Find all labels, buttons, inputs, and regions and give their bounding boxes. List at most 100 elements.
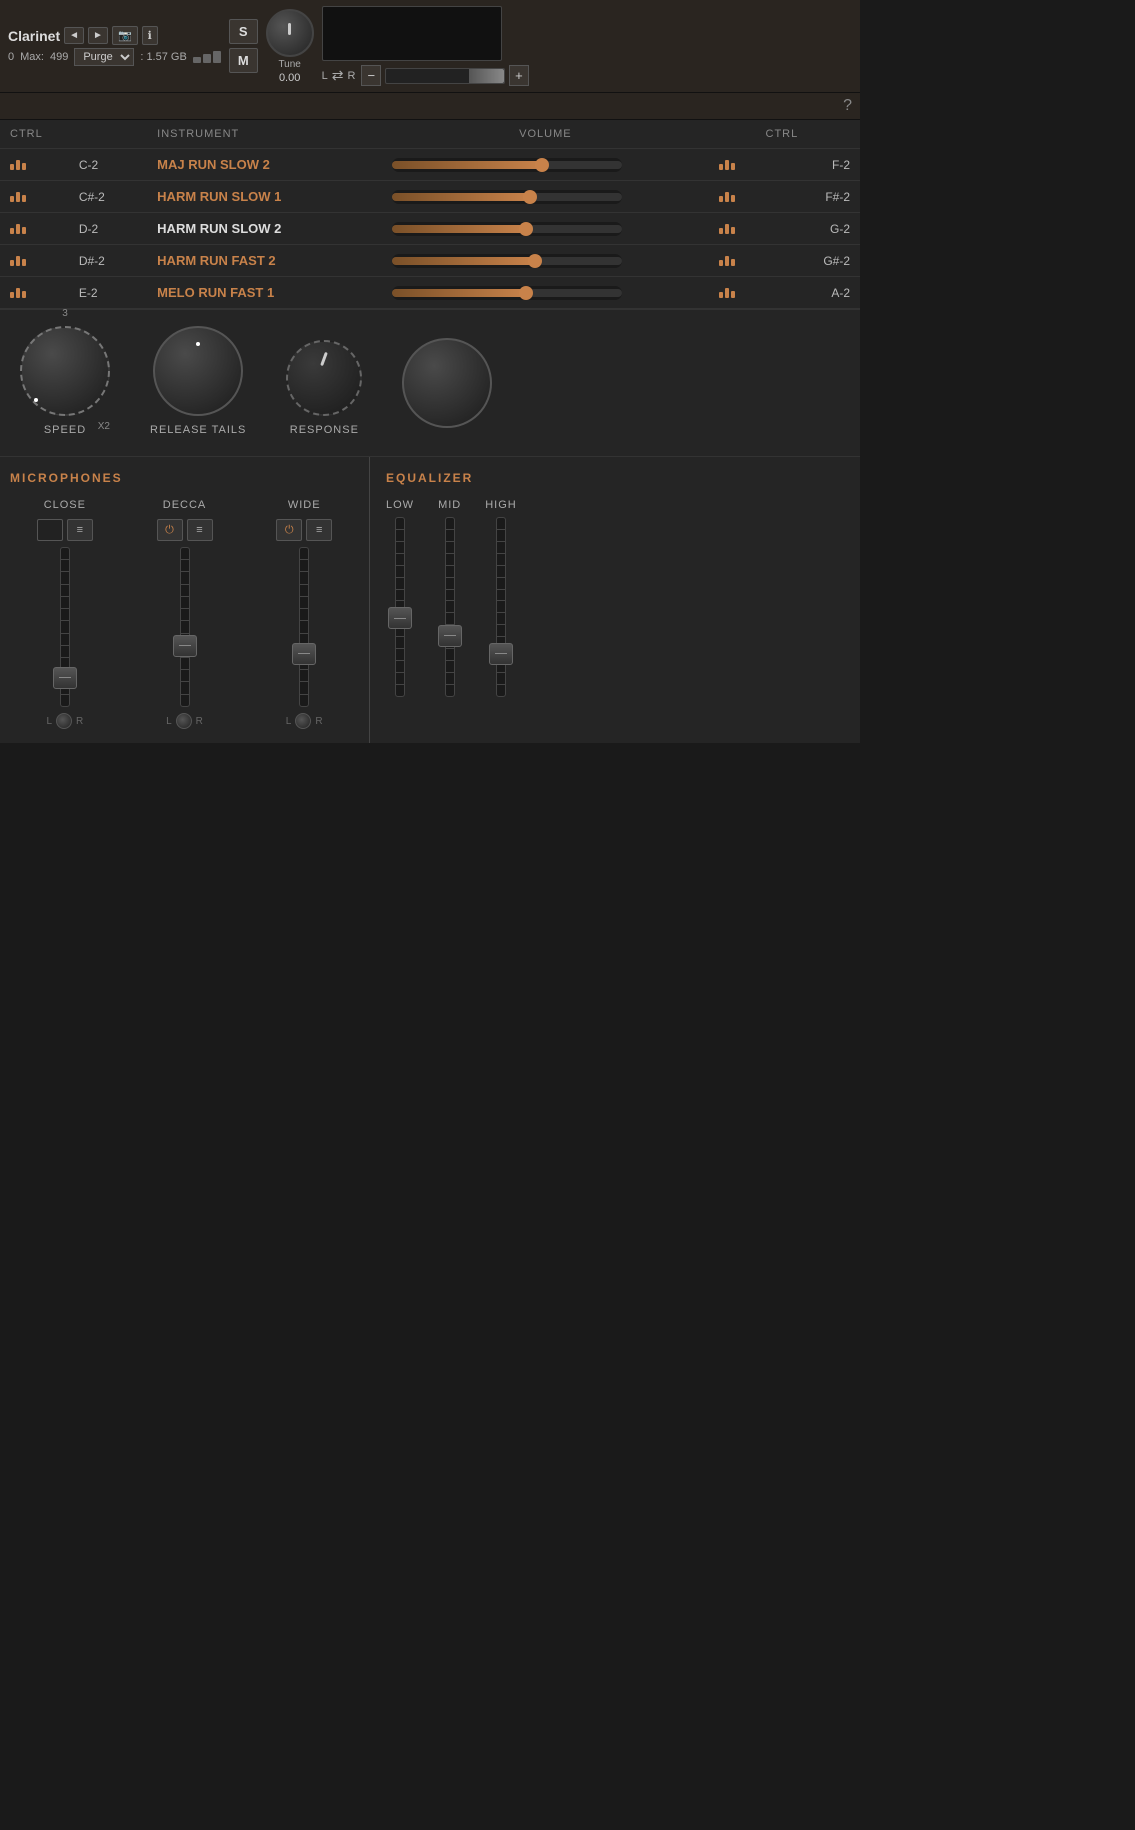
table-row[interactable]: E-2MELO RUN FAST 1 A-2 bbox=[0, 277, 860, 309]
tick-line bbox=[61, 620, 69, 621]
lr-vol-row: L ⇄ R − + bbox=[322, 65, 529, 86]
mic-controls-row: ⏻ ≡ bbox=[276, 519, 332, 541]
instrument-name[interactable]: HARM RUN SLOW 2 bbox=[147, 213, 382, 245]
vol-slider-wrap[interactable] bbox=[392, 254, 622, 268]
eq-fader-track[interactable] bbox=[445, 517, 455, 697]
vol-slider-track bbox=[392, 161, 622, 169]
tick-line bbox=[300, 669, 308, 670]
eq-tick-line bbox=[497, 624, 505, 625]
volume-slider-cell[interactable] bbox=[382, 213, 708, 245]
mute-button[interactable]: M bbox=[229, 48, 258, 73]
eq-fader-thumb[interactable] bbox=[438, 625, 462, 647]
eq-tick-line bbox=[396, 648, 404, 649]
mic-fader-thumb[interactable] bbox=[173, 635, 197, 657]
bottom-section: MICROPHONES CLOSE ≡ L R DECCA ⏻ ≡ bbox=[0, 456, 860, 743]
tune-knob[interactable] bbox=[266, 9, 314, 57]
vol-minus-button[interactable]: − bbox=[361, 65, 381, 86]
vol-thumb[interactable] bbox=[519, 286, 533, 300]
top-bar: Clarinet ◄ ► 📷 ℹ 0 Max: 499 Purge : 1.57… bbox=[0, 0, 860, 93]
mic-fader-track[interactable] bbox=[60, 547, 70, 707]
eq-fader-thumb[interactable] bbox=[388, 607, 412, 629]
volume-slider-cell[interactable] bbox=[382, 245, 708, 277]
vol-thumb[interactable] bbox=[523, 190, 537, 204]
table-row[interactable]: C-2MAJ RUN SLOW 2 F-2 bbox=[0, 149, 860, 181]
eq-fader-track[interactable] bbox=[496, 517, 506, 697]
vol-slider-wrap[interactable] bbox=[392, 286, 622, 300]
mic-fader-track[interactable] bbox=[180, 547, 190, 707]
mic-empty-btn[interactable] bbox=[37, 519, 63, 541]
vol-slider-wrap[interactable] bbox=[392, 222, 622, 236]
eq-col-label: LOW bbox=[386, 499, 414, 511]
stat-zero: 0 bbox=[8, 51, 14, 63]
info-button[interactable]: ℹ bbox=[142, 26, 158, 45]
eq-fader-ticks bbox=[497, 518, 505, 696]
vol-thumb[interactable] bbox=[519, 222, 533, 236]
tick-line bbox=[300, 571, 308, 572]
tick-line bbox=[61, 559, 69, 560]
solo-button[interactable]: S bbox=[229, 19, 258, 44]
vol-thumb[interactable] bbox=[528, 254, 542, 268]
note-left: C-2 bbox=[69, 149, 147, 181]
mic-power-btn[interactable]: ⏻ bbox=[276, 519, 302, 541]
instrument-name[interactable]: MAJ RUN SLOW 2 bbox=[147, 149, 382, 181]
sm-buttons: S M bbox=[229, 19, 258, 73]
stat-max: 499 bbox=[50, 51, 68, 63]
mic-power-btn[interactable]: ⏻ bbox=[157, 519, 183, 541]
eq-fader-thumb[interactable] bbox=[489, 643, 513, 665]
knob4[interactable] bbox=[402, 338, 492, 428]
volume-slider-cell[interactable] bbox=[382, 277, 708, 309]
instrument-name[interactable]: HARM RUN FAST 2 bbox=[147, 245, 382, 277]
mic-fader-thumb[interactable] bbox=[292, 643, 316, 665]
instrument-name[interactable]: MELO RUN FAST 1 bbox=[147, 277, 382, 309]
mic-list-btn[interactable]: ≡ bbox=[67, 519, 93, 541]
mic-fader-track[interactable] bbox=[299, 547, 309, 707]
pan-row: L R bbox=[286, 713, 323, 729]
vol-plus-button[interactable]: + bbox=[509, 65, 529, 86]
mic-list-btn[interactable]: ≡ bbox=[187, 519, 213, 541]
speed-knob[interactable] bbox=[20, 326, 110, 416]
header-ctrl1b bbox=[69, 120, 147, 149]
purge-select[interactable]: Purge bbox=[74, 48, 134, 66]
lr-mid-icon: ⇄ bbox=[332, 67, 344, 84]
release-tails-knob[interactable] bbox=[153, 326, 243, 416]
tick-line bbox=[300, 681, 308, 682]
volume-slider-cell[interactable] bbox=[382, 181, 708, 213]
bars-icon-left bbox=[0, 277, 69, 309]
vol-slider-fill bbox=[469, 69, 504, 83]
eq-tick-line bbox=[497, 672, 505, 673]
pan-knob[interactable] bbox=[176, 713, 192, 729]
knob4-group bbox=[402, 338, 492, 436]
instrument-name[interactable]: HARM RUN SLOW 1 bbox=[147, 181, 382, 213]
vol-slider[interactable] bbox=[385, 68, 505, 84]
mic-list-btn[interactable]: ≡ bbox=[306, 519, 332, 541]
table-row[interactable]: D#-2HARM RUN FAST 2 G#-2 bbox=[0, 245, 860, 277]
tick-line bbox=[181, 559, 189, 560]
volume-slider-cell[interactable] bbox=[382, 149, 708, 181]
vol-slider-track bbox=[392, 225, 622, 233]
response-label: RESPONSE bbox=[290, 424, 359, 436]
note-left: D-2 bbox=[69, 213, 147, 245]
mic-col-label: CLOSE bbox=[44, 499, 86, 511]
pan-r-label: R bbox=[315, 716, 322, 727]
tick-line bbox=[300, 620, 308, 621]
table-row[interactable]: C#-2HARM RUN SLOW 1 F#-2 bbox=[0, 181, 860, 213]
camera-button[interactable]: 📷 bbox=[112, 26, 138, 45]
help-icon[interactable]: ? bbox=[843, 97, 852, 114]
pan-knob[interactable] bbox=[295, 713, 311, 729]
bars-icon-right bbox=[709, 245, 756, 277]
vol-slider-wrap[interactable] bbox=[392, 158, 622, 172]
eq-tick-line bbox=[497, 612, 505, 613]
eq-tick-line bbox=[396, 672, 404, 673]
pan-knob[interactable] bbox=[56, 713, 72, 729]
mic-fader-thumb[interactable] bbox=[53, 667, 77, 689]
release-knob-indicator bbox=[196, 342, 200, 346]
vol-thumb[interactable] bbox=[535, 158, 549, 172]
nav-next-button[interactable]: ► bbox=[88, 27, 108, 44]
table-row[interactable]: D-2HARM RUN SLOW 2 G-2 bbox=[0, 213, 860, 245]
eq-fader-container bbox=[395, 517, 405, 697]
stats-row: 0 Max: 499 Purge : 1.57 GB bbox=[8, 48, 221, 66]
response-knob[interactable] bbox=[286, 340, 362, 416]
nav-prev-button[interactable]: ◄ bbox=[64, 27, 84, 44]
eq-fader-track[interactable] bbox=[395, 517, 405, 697]
vol-slider-wrap[interactable] bbox=[392, 190, 622, 204]
